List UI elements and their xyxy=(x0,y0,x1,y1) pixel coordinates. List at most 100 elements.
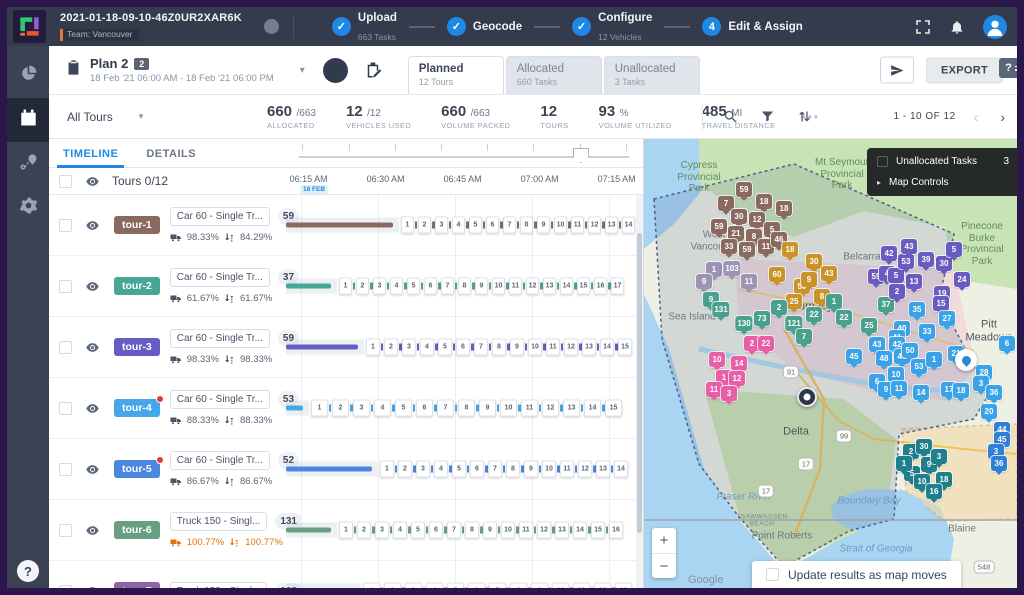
task-box[interactable]: 1 xyxy=(339,522,353,539)
task-box[interactable]: 1 xyxy=(339,278,352,295)
task-marker[interactable]: 1 xyxy=(926,352,942,367)
tour-checkbox[interactable] xyxy=(59,219,72,232)
task-marker[interactable]: 25 xyxy=(786,294,802,309)
sidebar-item-gear[interactable] xyxy=(7,186,49,230)
task-box[interactable]: 2 xyxy=(356,278,369,295)
task-box[interactable]: 12 xyxy=(578,461,592,478)
task-box[interactable]: 11 xyxy=(546,339,560,356)
task-box[interactable]: 7 xyxy=(447,522,461,539)
vehicle-selector[interactable]: Car 60 - Single Tr... xyxy=(170,329,270,348)
tour-badge[interactable]: tour-3 xyxy=(114,338,160,356)
task-marker[interactable]: 16 xyxy=(926,484,942,499)
tour-visibility-eye-icon[interactable] xyxy=(85,279,100,294)
task-box[interactable]: 4 xyxy=(434,461,448,478)
task-marker[interactable]: 33 xyxy=(919,324,935,339)
task-marker[interactable]: 22 xyxy=(836,310,852,325)
task-box[interactable]: 10 xyxy=(501,522,515,539)
task-box[interactable]: 3 xyxy=(353,400,370,417)
task-box[interactable]: 13 xyxy=(555,522,569,539)
task-box[interactable]: 5 xyxy=(452,461,466,478)
task-box[interactable]: 1 xyxy=(363,583,380,589)
page-next-icon[interactable]: › xyxy=(1000,109,1005,125)
tour-checkbox[interactable] xyxy=(59,463,72,476)
task-box[interactable]: 1 xyxy=(401,217,414,234)
fullscreen-icon[interactable] xyxy=(915,19,931,35)
task-box[interactable]: 4 xyxy=(452,217,465,234)
tour-visibility-eye-icon[interactable] xyxy=(85,401,100,416)
task-box[interactable]: 15 xyxy=(577,278,590,295)
task-box[interactable]: 11 xyxy=(571,217,584,234)
task-marker[interactable]: 42 xyxy=(881,246,897,261)
task-marker[interactable]: 48 xyxy=(876,351,892,366)
task-marker[interactable]: 11 xyxy=(741,274,757,289)
task-box[interactable]: 2 xyxy=(357,522,371,539)
task-box[interactable]: 3 xyxy=(375,522,389,539)
task-box[interactable]: 3 xyxy=(416,461,430,478)
task-marker[interactable]: 50 xyxy=(902,343,918,358)
task-marker[interactable]: 36 xyxy=(986,385,1002,400)
scrollbar-thumb[interactable] xyxy=(637,233,642,533)
task-marker[interactable]: 2 xyxy=(771,300,787,315)
task-box[interactable]: 2 xyxy=(384,583,401,589)
vehicle-selector[interactable]: Truck 150 - Singl... xyxy=(170,582,268,589)
task-box[interactable]: 14 xyxy=(614,461,628,478)
tour-checkbox[interactable] xyxy=(59,585,72,589)
task-box[interactable]: 10 xyxy=(492,278,505,295)
task-marker[interactable]: 12 xyxy=(729,371,745,386)
tour-checkbox[interactable] xyxy=(59,524,72,537)
map-controls-toggle[interactable]: ▸ Map Controls xyxy=(877,177,1017,188)
task-box[interactable]: 4 xyxy=(420,339,434,356)
task-box[interactable]: 7 xyxy=(474,339,488,356)
task-box[interactable]: 5 xyxy=(469,217,482,234)
tour-timeline[interactable]: 123456789101112131415 xyxy=(286,378,643,438)
task-marker[interactable]: 30 xyxy=(731,209,747,224)
task-box[interactable]: 12 xyxy=(588,217,601,234)
plan-name[interactable]: Plan 2 xyxy=(90,56,128,71)
task-box[interactable]: 13 xyxy=(543,278,556,295)
task-box[interactable]: 7 xyxy=(488,461,502,478)
tour-badge[interactable]: tour-6 xyxy=(114,521,160,539)
task-marker[interactable]: 5 xyxy=(888,268,904,283)
task-marker[interactable]: 60 xyxy=(769,267,785,282)
vehicle-selector[interactable]: Truck 150 - Singl... xyxy=(170,512,268,531)
search-icon[interactable] xyxy=(723,109,738,124)
task-marker[interactable]: 59 xyxy=(711,219,727,234)
task-box[interactable]: 13 xyxy=(615,583,632,589)
task-box[interactable]: 9 xyxy=(510,339,524,356)
map-area[interactable]: Cypress Provincial ParkMt Seymour Provin… xyxy=(644,139,1017,588)
task-marker[interactable]: 43 xyxy=(901,239,917,254)
sidebar-item-pie-chart[interactable] xyxy=(7,54,49,98)
task-box[interactable]: 2 xyxy=(332,400,349,417)
task-marker[interactable]: 10 xyxy=(888,367,904,382)
plan-action-button[interactable] xyxy=(323,58,348,83)
task-box[interactable]: 6 xyxy=(429,522,443,539)
task-box[interactable]: 7 xyxy=(441,278,454,295)
task-marker[interactable]: 18 xyxy=(756,194,772,209)
vehicle-selector[interactable]: Car 60 - Single Tr... xyxy=(170,268,270,287)
task-marker[interactable]: 30 xyxy=(806,254,822,269)
step-edit-assign[interactable]: 4Edit & Assign xyxy=(702,17,802,36)
task-box[interactable]: 4 xyxy=(393,522,407,539)
zoom-in-button[interactable]: + xyxy=(652,528,676,553)
task-box[interactable]: 13 xyxy=(596,461,610,478)
task-marker[interactable]: 5 xyxy=(946,242,962,257)
task-box[interactable]: 6 xyxy=(416,400,433,417)
task-box[interactable]: 12 xyxy=(564,339,578,356)
task-marker[interactable]: 3 xyxy=(721,386,737,401)
task-box[interactable]: 13 xyxy=(563,400,580,417)
task-box[interactable]: 3 xyxy=(435,217,448,234)
task-marker[interactable]: 14 xyxy=(913,385,929,400)
tour-visibility-eye-icon[interactable] xyxy=(85,523,100,538)
task-marker[interactable]: 53 xyxy=(898,254,914,269)
tour-badge[interactable]: tour-1 xyxy=(114,216,160,234)
unallocated-tasks-toggle[interactable]: Unallocated Tasks 3 xyxy=(877,156,1017,167)
announce-button[interactable] xyxy=(880,57,914,84)
step-upload[interactable]: ✓Upload663 Tasks xyxy=(332,8,397,45)
task-box[interactable]: 4 xyxy=(390,278,403,295)
task-box[interactable]: 9 xyxy=(537,217,550,234)
task-box[interactable]: 14 xyxy=(622,217,635,234)
task-box[interactable]: 8 xyxy=(458,278,471,295)
tour-checkbox[interactable] xyxy=(59,280,72,293)
zoom-out-button[interactable]: − xyxy=(652,553,676,578)
task-marker[interactable]: 36 xyxy=(991,456,1007,471)
